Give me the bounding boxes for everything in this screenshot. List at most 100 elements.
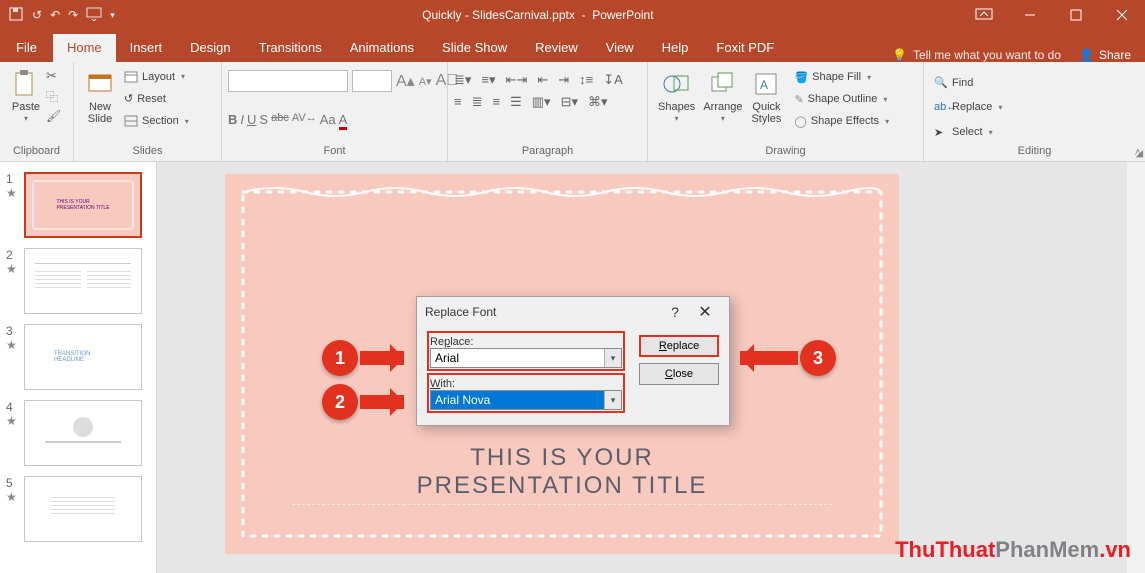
with-label: With:	[430, 378, 622, 390]
window-controls	[1007, 0, 1145, 30]
save-icon[interactable]	[8, 6, 24, 25]
text-direction-icon[interactable]: ↧A	[603, 72, 623, 88]
change-case-button[interactable]: Aa	[320, 112, 336, 130]
group-label-slides: Slides	[80, 145, 215, 159]
decrease-indent-icon[interactable]: ⇤	[537, 72, 548, 88]
bold-button[interactable]: B	[228, 112, 237, 130]
slide-thumb-5[interactable]	[24, 476, 142, 542]
slide-title-text: THIS IS YOUR PRESENTATION TITLE	[417, 444, 708, 500]
format-painter-icon[interactable]: 🖌	[46, 109, 61, 123]
section-button[interactable]: Section	[120, 114, 193, 128]
list-level-icon[interactable]: ⇤⇥	[506, 72, 528, 88]
bullets-icon[interactable]: ≣▾	[454, 72, 471, 88]
ribbon-tabs: File Home Insert Design Transitions Anim…	[0, 30, 1145, 62]
shape-fill-button[interactable]: 🪣Shape Fill	[790, 70, 893, 85]
replace-font-combo[interactable]: ▾	[430, 348, 622, 368]
cut-icon[interactable]: ✂	[46, 68, 61, 84]
watermark: ThuThuatPhanMem.vn	[895, 537, 1131, 563]
justify-icon[interactable]: ☰	[510, 94, 522, 110]
bucket-icon: 🪣	[794, 71, 808, 84]
replace-button[interactable]: ab↔Replace	[930, 100, 1006, 114]
align-center-icon[interactable]: ≣	[472, 94, 483, 110]
tab-foxit[interactable]: Foxit PDF	[702, 34, 788, 62]
vertical-scrollbar[interactable]	[1127, 162, 1145, 573]
callout-3: 3	[800, 340, 836, 376]
slide-thumb-1[interactable]: THIS IS YOURPRESENTATION TITLE	[24, 172, 142, 238]
dialog-replace-button[interactable]: Replace	[639, 335, 719, 357]
ribbon: Paste ▾ ✂ ⿻ 🖌 Clipboard ◢ New Slide Layo…	[0, 62, 1145, 162]
slide-thumb-4[interactable]	[24, 400, 142, 466]
font-color-button[interactable]: A	[339, 112, 348, 130]
maximize-button[interactable]	[1053, 0, 1099, 30]
qat-customize-icon[interactable]: ▾	[110, 10, 115, 21]
slide-thumbnails-panel[interactable]: 1★ THIS IS YOURPRESENTATION TITLE 2★ 3★ …	[0, 162, 157, 573]
shadow-button[interactable]: S	[259, 112, 268, 130]
close-button[interactable]	[1099, 0, 1145, 30]
tab-design[interactable]: Design	[176, 34, 244, 62]
reset-button[interactable]: ↺Reset	[120, 91, 193, 106]
shrink-font-icon[interactable]: A▾	[419, 75, 432, 88]
group-label-paragraph: Paragraph	[454, 145, 641, 159]
smartart-icon[interactable]: ⌘▾	[588, 94, 608, 110]
dialog-close-button[interactable]: ✕	[689, 302, 721, 322]
minimize-button[interactable]	[1007, 0, 1053, 30]
autosave-icon[interactable]: ↺	[32, 8, 42, 22]
replace-icon: ab↔	[934, 101, 948, 113]
dialog-cancel-button[interactable]: Close	[639, 363, 719, 385]
tab-home[interactable]: Home	[53, 34, 116, 62]
columns-icon[interactable]: ▥▾	[532, 94, 551, 110]
with-font-combo[interactable]: ▾	[430, 390, 622, 410]
line-spacing-icon[interactable]: ↕≡	[579, 72, 593, 88]
tab-insert[interactable]: Insert	[116, 34, 177, 62]
title-bar: ↺ ↶ ↷ ▾ Quickly - SlidesCarnival.pptx - …	[0, 0, 1145, 30]
undo-icon[interactable]: ↶	[50, 8, 60, 22]
strikethrough-button[interactable]: abc	[271, 112, 289, 130]
chevron-down-icon[interactable]: ▾	[604, 391, 621, 409]
increase-indent-icon[interactable]: ⇥	[558, 72, 569, 88]
tab-animations[interactable]: Animations	[336, 34, 428, 62]
align-text-icon[interactable]: ⊟▾	[561, 94, 578, 110]
find-button[interactable]: 🔍Find	[930, 75, 977, 90]
copy-icon[interactable]: ⿻	[46, 88, 61, 105]
thumb-number: 1	[6, 172, 18, 186]
document-title: Quickly - SlidesCarnival.pptx - PowerPoi…	[115, 8, 961, 22]
search-icon: 🔍	[934, 76, 948, 89]
redo-icon[interactable]: ↷	[68, 8, 78, 22]
layout-button[interactable]: Layout	[120, 70, 193, 84]
slide-thumb-2[interactable]	[24, 248, 142, 314]
new-slide-button[interactable]: New Slide	[80, 66, 120, 127]
align-left-icon[interactable]: ≡	[454, 94, 462, 110]
quick-styles-button[interactable]: A Quick Styles	[746, 66, 786, 127]
with-font-input[interactable]	[431, 391, 604, 409]
shapes-button[interactable]: Shapes▾	[654, 66, 699, 125]
paste-button[interactable]: Paste ▾	[6, 66, 46, 125]
select-button[interactable]: ➤Select	[930, 125, 997, 140]
tab-review[interactable]: Review	[521, 34, 592, 62]
align-right-icon[interactable]: ≡	[493, 94, 501, 110]
shape-outline-button[interactable]: ✎Shape Outline	[790, 92, 893, 107]
share-icon: 👤	[1079, 48, 1094, 62]
shape-effects-button[interactable]: ◯Shape Effects	[790, 114, 893, 129]
dialog-help-button[interactable]: ?	[661, 304, 689, 320]
tab-file[interactable]: File	[0, 34, 53, 62]
italic-button[interactable]: I	[240, 112, 244, 130]
tab-view[interactable]: View	[592, 34, 648, 62]
char-spacing-button[interactable]: AV↔	[292, 112, 317, 130]
slide-thumb-3[interactable]: TRANSITION HEADLINE	[24, 324, 142, 390]
grow-font-icon[interactable]: A▴	[396, 71, 415, 91]
collapse-ribbon-icon[interactable]: ˄	[1135, 147, 1141, 159]
font-family-combo[interactable]	[228, 70, 348, 92]
share-button[interactable]: 👤Share	[1079, 48, 1131, 62]
slideshow-start-icon[interactable]	[86, 7, 102, 24]
numbering-icon[interactable]: ≡▾	[481, 72, 495, 88]
tab-transitions[interactable]: Transitions	[245, 34, 336, 62]
underline-button[interactable]: U	[247, 112, 256, 130]
tab-slideshow[interactable]: Slide Show	[428, 34, 521, 62]
ribbon-display-options-icon[interactable]	[961, 8, 1007, 23]
replace-font-input[interactable]	[431, 349, 604, 367]
font-size-combo[interactable]	[352, 70, 392, 92]
tell-me[interactable]: 💡Tell me what you want to do	[892, 48, 1061, 62]
chevron-down-icon[interactable]: ▾	[604, 349, 621, 367]
arrange-button[interactable]: Arrange▾	[699, 66, 746, 125]
tab-help[interactable]: Help	[648, 34, 703, 62]
